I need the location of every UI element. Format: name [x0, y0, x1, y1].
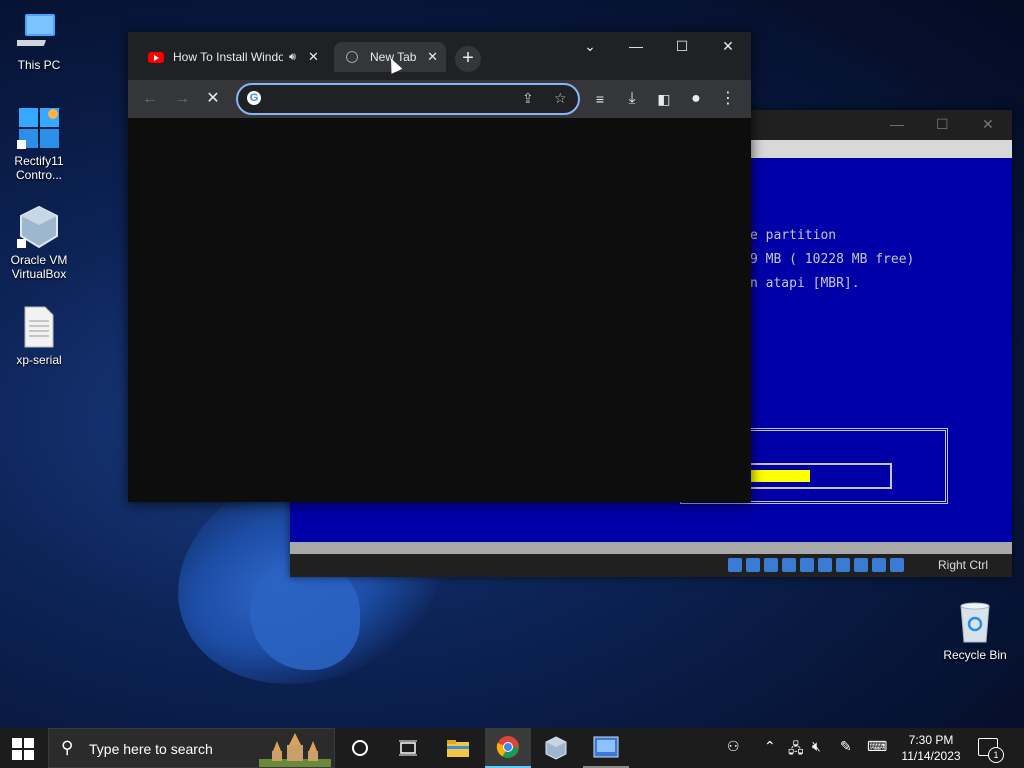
desktop-icon-label: Recycle Bin — [943, 648, 1007, 662]
bookmark-star-icon[interactable]: ☆ — [554, 90, 567, 107]
desktop-icon-label: Rectify11 Contro... — [14, 154, 64, 182]
virtualbox-icon — [17, 205, 61, 249]
new-tab-button[interactable]: + — [455, 46, 481, 72]
pen-icon[interactable]: ✎ — [840, 738, 852, 755]
desktop-icon-xp-serial[interactable]: xp-serial — [4, 305, 74, 367]
chevron-up-icon[interactable]: ⌃ — [764, 738, 776, 755]
clock-time: 7:30 PM — [908, 733, 954, 747]
start-button[interactable] — [12, 738, 34, 760]
desktop-icon-recycle-bin[interactable]: Recycle Bin — [940, 600, 1010, 662]
search-icon: ⚲ — [61, 738, 74, 757]
recycle-bin-icon — [953, 600, 997, 644]
vm-recording-icon — [836, 558, 850, 572]
chrome-taskbar-icon[interactable] — [485, 728, 531, 768]
task-view-icon[interactable] — [385, 728, 431, 768]
notification-count-badge: 1 — [988, 747, 1004, 763]
computer-icon — [10, 10, 61, 54]
vm-guest-status-strip — [290, 542, 1012, 554]
taskbar-clock[interactable]: 7:30 PM 11/14/2023 — [896, 732, 966, 764]
vm-keyboard-icon — [890, 558, 904, 572]
menu-kebab-icon[interactable]: ⋮ — [717, 89, 739, 109]
vm-screen-line: 9 MB ( 10228 MB free) — [750, 252, 915, 267]
side-panel-icon[interactable]: ◧ — [653, 89, 675, 109]
taskbar: ⚲ Type here to search ⚇ ⌃ 🖧︎ 🔇︎ ✎ ⌨ 7:30… — [0, 728, 1024, 768]
vm-status-bar: Right Ctrl — [290, 554, 1012, 577]
people-icon[interactable]: ⚇ — [727, 738, 740, 755]
chrome-browser-window[interactable]: How To Install Windo 🔊︎ ✕ New Tab ✕ + ⌄ … — [128, 32, 751, 502]
vm-device-icons[interactable] — [728, 558, 904, 572]
globe-icon — [346, 51, 358, 63]
tab-strip[interactable]: How To Install Windo 🔊︎ ✕ New Tab ✕ + ⌄ … — [128, 32, 751, 80]
desktop-icon-label: Oracle VM VirtualBox — [10, 253, 68, 281]
virtualbox-taskbar-icon[interactable] — [533, 728, 579, 768]
desktop-icon-rectify11[interactable]: Rectify11 Contro... — [4, 106, 74, 182]
keyboard-icon[interactable]: ⌨ — [867, 738, 887, 755]
vm-minimize-button[interactable]: — — [890, 116, 904, 132]
vm-close-button[interactable]: ✕ — [982, 116, 994, 133]
windows-logo-icon — [17, 106, 61, 150]
desktop-icon-label: xp-serial — [16, 353, 62, 367]
forward-arrow-icon[interactable]: → — [171, 89, 193, 109]
tab-search-chevron-icon[interactable]: ⌄ — [575, 38, 605, 55]
vm-cpu-icon — [854, 558, 868, 572]
vm-shared-folder-icon — [800, 558, 814, 572]
tab-close-button[interactable]: ✕ — [308, 49, 319, 65]
window-minimize-button[interactable]: — — [621, 38, 651, 54]
vm-screen-line: n atapi [MBR]. — [750, 276, 860, 291]
address-bar[interactable]: G ⇪ ☆ — [236, 83, 580, 115]
tab-close-button[interactable]: ✕ — [427, 49, 438, 65]
google-icon: G — [247, 91, 261, 105]
page-content[interactable] — [128, 118, 751, 502]
media-control-icon[interactable]: ≡ — [589, 89, 611, 109]
desktop-icon-virtualbox[interactable]: Oracle VM VirtualBox — [4, 205, 74, 281]
vm-screen-line: e partition — [750, 228, 837, 243]
cortana-icon[interactable] — [337, 728, 383, 768]
clock-date: 11/14/2023 — [901, 749, 961, 763]
file-explorer-icon[interactable] — [435, 728, 481, 768]
search-highlight-temple-icon — [259, 733, 331, 767]
vm-usb-icon — [782, 558, 796, 572]
vm-mouse-icon — [872, 558, 886, 572]
vm-network-icon — [764, 558, 778, 572]
vm-maximize-button[interactable]: ☐ — [936, 116, 949, 133]
share-icon[interactable]: ⇪ — [522, 90, 534, 107]
tab-youtube[interactable]: How To Install Windo 🔊︎ ✕ — [148, 42, 326, 72]
vm-host-key-label: Right Ctrl — [937, 558, 988, 572]
window-close-button[interactable]: ✕ — [713, 38, 743, 55]
search-placeholder: Type here to search — [89, 741, 213, 757]
vm-optical-drive-icon — [728, 558, 742, 572]
tab-title: How To Install Windo — [173, 50, 283, 64]
browser-toolbar[interactable]: ← → ✕ G ⇪ ☆ ≡ ⤓ ◧ ● ⋮ — [128, 80, 751, 118]
profile-avatar-icon[interactable]: ● — [685, 89, 707, 109]
text-file-icon — [17, 305, 61, 349]
youtube-icon — [148, 51, 164, 63]
back-arrow-icon[interactable]: ← — [139, 89, 161, 109]
desktop-icon-this-pc[interactable]: This PC — [4, 10, 74, 72]
vm-audio-icon — [746, 558, 760, 572]
volume-muted-icon[interactable]: 🔇︎ — [812, 738, 821, 755]
speaker-icon[interactable]: 🔊︎ — [289, 51, 296, 64]
vm-xp-taskbar-icon[interactable] — [583, 728, 629, 768]
vm-display-icon — [818, 558, 832, 572]
desktop-icon-label: This PC — [17, 58, 61, 72]
network-icon[interactable]: 🖧︎ — [788, 738, 804, 762]
address-input[interactable] — [270, 89, 514, 111]
stop-loading-icon[interactable]: ✕ — [202, 89, 224, 109]
download-icon[interactable]: ⤓ — [621, 89, 643, 109]
window-maximize-button[interactable]: ☐ — [667, 38, 697, 55]
taskbar-search-box[interactable]: ⚲ Type here to search — [48, 728, 335, 768]
